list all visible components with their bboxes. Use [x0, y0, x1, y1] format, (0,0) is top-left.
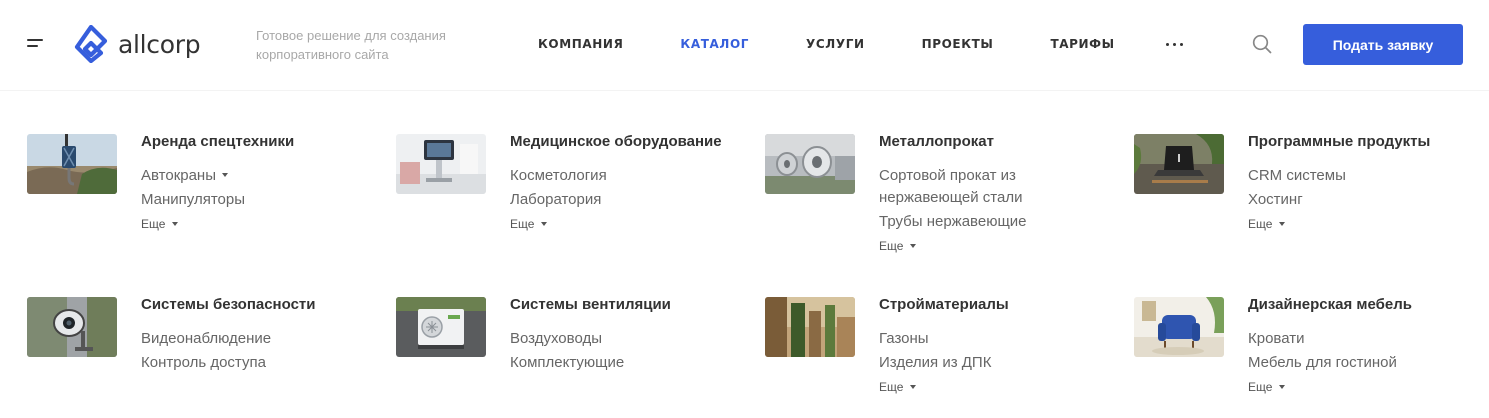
crane-image[interactable]: [27, 134, 117, 194]
logo-icon: [74, 25, 108, 63]
chevron-down-icon: [910, 243, 917, 248]
catalog-subitem[interactable]: Трубы нержавеющие: [879, 211, 1079, 233]
nav-item-catalog[interactable]: КАТАЛОГ: [680, 36, 749, 52]
site-slogan: Готовое решение для создания корпоративн…: [256, 28, 446, 62]
catalog-subitem[interactable]: Хостинг: [1248, 189, 1448, 211]
more-link[interactable]: Еще: [879, 379, 917, 395]
catalog-subitem[interactable]: Манипуляторы: [141, 189, 341, 211]
catalog-item-title[interactable]: Системы безопасности: [141, 297, 316, 313]
catalog-item-title[interactable]: Системы вентиляции: [510, 297, 671, 313]
catalog-subitem[interactable]: Воздуховоды: [510, 328, 710, 350]
catalog-item-title[interactable]: Программные продукты: [1248, 134, 1430, 150]
more-link[interactable]: Еще: [879, 238, 917, 254]
catalog-subitem[interactable]: CRM системы: [1248, 165, 1448, 187]
chevron-down-icon: [222, 173, 228, 178]
catalog-subitem[interactable]: Кровати: [1248, 328, 1448, 350]
catalog-item-title[interactable]: Металлопрокат: [879, 134, 994, 150]
logo-text: allcorp: [118, 29, 201, 59]
catalog-subitem[interactable]: Контроль доступа: [141, 352, 341, 374]
catalog-subitem[interactable]: Мебель для гостиной: [1248, 352, 1448, 374]
site-header: allcorp Готовое решение для создания кор…: [0, 0, 1489, 90]
more-link[interactable]: Еще: [510, 216, 548, 232]
armchair-image[interactable]: [1134, 297, 1224, 357]
security-camera-image[interactable]: [27, 297, 117, 357]
nav-item-projects[interactable]: ПРОЕКТЫ: [922, 36, 994, 52]
more-link[interactable]: Еще: [141, 216, 179, 232]
more-link[interactable]: Еще: [1248, 216, 1286, 232]
laptop-image[interactable]: [1134, 134, 1224, 194]
chevron-down-icon: [172, 221, 179, 226]
catalog-subitem[interactable]: Косметология: [510, 165, 710, 187]
building-materials-image[interactable]: [765, 297, 855, 357]
nav-item-tariffs[interactable]: ТАРИФЫ: [1050, 36, 1114, 52]
catalog-subitem[interactable]: Лаборатория: [510, 189, 710, 211]
metal-rolls-image[interactable]: [765, 134, 855, 194]
catalog-item-title[interactable]: Дизайнерская мебель: [1248, 297, 1412, 313]
chevron-down-icon: [910, 384, 917, 389]
catalog-subitem[interactable]: Видеонаблюдение: [141, 328, 341, 350]
more-dots-icon[interactable]: [1166, 43, 1187, 46]
nav-item-company[interactable]: КОМПАНИЯ: [538, 36, 623, 52]
chevron-down-icon: [1279, 384, 1286, 389]
catalog-item-title[interactable]: Стройматериалы: [879, 297, 1009, 313]
catalog-item-title[interactable]: Аренда спецтехники: [141, 134, 294, 150]
more-link[interactable]: Еще: [1248, 379, 1286, 395]
air-conditioner-image[interactable]: [396, 297, 486, 357]
catalog-subitem[interactable]: Изделия из ДПК: [879, 352, 1079, 374]
catalog-subitem[interactable]: Комплектующие: [510, 352, 710, 374]
catalog-item-title[interactable]: Медицинское оборудование: [510, 134, 722, 150]
search-icon[interactable]: [1252, 34, 1272, 54]
catalog-subitem[interactable]: Сортовой прокат из нержавеющей стали: [879, 165, 1079, 209]
burger-menu-icon[interactable]: [27, 38, 45, 50]
nav-item-services[interactable]: УСЛУГИ: [806, 36, 865, 52]
chevron-down-icon: [541, 221, 548, 226]
catalog-subitem[interactable]: Газоны: [879, 328, 1079, 350]
header-divider: [0, 90, 1489, 91]
chevron-down-icon: [1279, 221, 1286, 226]
logo[interactable]: allcorp: [74, 25, 201, 63]
submit-request-button[interactable]: Подать заявку: [1303, 24, 1463, 65]
medical-equipment-image[interactable]: [396, 134, 486, 194]
main-nav: КОМПАНИЯ КАТАЛОГ УСЛУГИ ПРОЕКТЫ ТАРИФЫ: [538, 36, 1183, 52]
catalog-subitem[interactable]: Автокраны: [141, 165, 341, 187]
